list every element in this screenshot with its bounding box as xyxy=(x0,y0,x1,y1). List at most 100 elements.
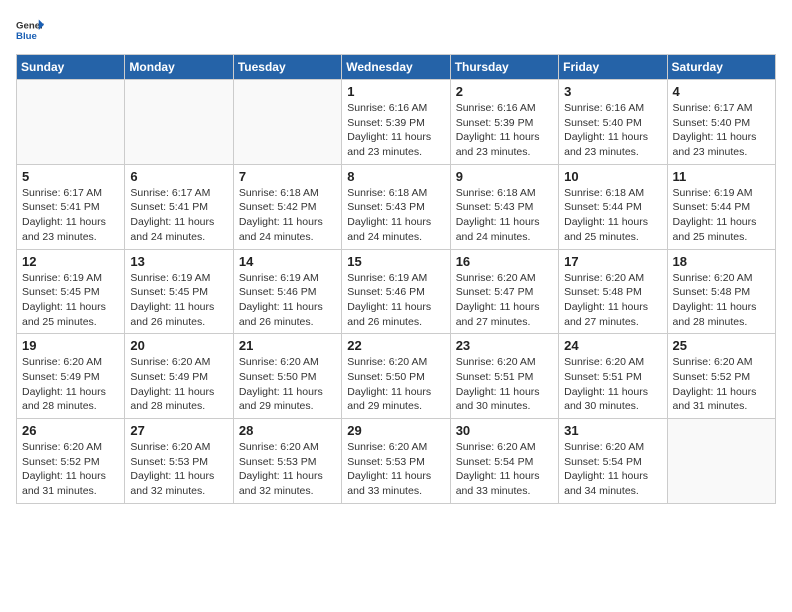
day-info: Sunrise: 6:19 AMSunset: 5:46 PMDaylight:… xyxy=(347,271,444,330)
svg-text:Blue: Blue xyxy=(16,31,37,42)
day-number: 25 xyxy=(673,338,770,353)
calendar-header-friday: Friday xyxy=(559,55,667,80)
day-info: Sunrise: 6:20 AMSunset: 5:51 PMDaylight:… xyxy=(564,355,661,414)
day-number: 4 xyxy=(673,84,770,99)
calendar-cell: 12Sunrise: 6:19 AMSunset: 5:45 PMDayligh… xyxy=(17,249,125,334)
calendar-cell: 20 Sunrise: 6:20 AMSunset: 5:49 PMDayligh… xyxy=(125,334,233,419)
day-info: Sunrise: 6:18 AMSunset: 5:43 PMDaylight:… xyxy=(456,186,553,245)
day-info: Sunrise: 6:20 AMSunset: 5:48 PMDaylight:… xyxy=(673,271,770,330)
day-number: 2 xyxy=(456,84,553,99)
day-info: Sunrise: 6:20 AMSunset: 5:49 PMDaylight:… xyxy=(130,355,227,414)
calendar-cell: 19 Sunrise: 6:20 AMSunset: 5:49 PMDayligh… xyxy=(17,334,125,419)
calendar-header-saturday: Saturday xyxy=(667,55,775,80)
calendar-cell: 4 Sunrise: 6:17 AMSunset: 5:40 PMDaylight… xyxy=(667,80,775,165)
day-number: 31 xyxy=(564,423,661,438)
calendar-cell: 5 Sunrise: 6:17 AMSunset: 5:41 PMDaylight… xyxy=(17,164,125,249)
day-info: Sunrise: 6:19 AMSunset: 5:44 PMDaylight:… xyxy=(673,186,770,245)
calendar-cell: 26Sunrise: 6:20 AMSunset: 5:52 PMDayligh… xyxy=(17,419,125,504)
calendar-table: SundayMondayTuesdayWednesdayThursdayFrid… xyxy=(16,54,776,504)
calendar-cell: 9 Sunrise: 6:18 AMSunset: 5:43 PMDaylight… xyxy=(450,164,558,249)
day-number: 27 xyxy=(130,423,227,438)
calendar-cell: 10 Sunrise: 6:18 AMSunset: 5:44 PMDayligh… xyxy=(559,164,667,249)
day-info: Sunrise: 6:17 AMSunset: 5:41 PMDaylight:… xyxy=(22,186,119,245)
day-number: 22 xyxy=(347,338,444,353)
calendar-cell: 28 Sunrise: 6:20 AMSunset: 5:53 PMDayligh… xyxy=(233,419,341,504)
day-number: 9 xyxy=(456,169,553,184)
logo: General Blue xyxy=(16,16,44,44)
calendar-week-row: 26Sunrise: 6:20 AMSunset: 5:52 PMDayligh… xyxy=(17,419,776,504)
day-number: 8 xyxy=(347,169,444,184)
day-number: 18 xyxy=(673,254,770,269)
calendar-cell: 8 Sunrise: 6:18 AMSunset: 5:43 PMDaylight… xyxy=(342,164,450,249)
day-info: Sunrise: 6:20 AMSunset: 5:49 PMDaylight:… xyxy=(22,355,119,414)
day-number: 10 xyxy=(564,169,661,184)
calendar-header-sunday: Sunday xyxy=(17,55,125,80)
calendar-week-row: 19 Sunrise: 6:20 AMSunset: 5:49 PMDayligh… xyxy=(17,334,776,419)
day-info: Sunrise: 6:18 AMSunset: 5:43 PMDaylight:… xyxy=(347,186,444,245)
day-info: Sunrise: 6:20 AMSunset: 5:50 PMDaylight:… xyxy=(347,355,444,414)
day-info: Sunrise: 6:20 AMSunset: 5:52 PMDaylight:… xyxy=(22,440,119,499)
calendar-cell: 31 Sunrise: 6:20 AMSunset: 5:54 PMDayligh… xyxy=(559,419,667,504)
calendar-header-wednesday: Wednesday xyxy=(342,55,450,80)
day-info: Sunrise: 6:19 AMSunset: 5:46 PMDaylight:… xyxy=(239,271,336,330)
day-info: Sunrise: 6:20 AMSunset: 5:53 PMDaylight:… xyxy=(130,440,227,499)
day-number: 28 xyxy=(239,423,336,438)
day-info: Sunrise: 6:20 AMSunset: 5:50 PMDaylight:… xyxy=(239,355,336,414)
day-info: Sunrise: 6:19 AMSunset: 5:45 PMDaylight:… xyxy=(130,271,227,330)
calendar-cell xyxy=(667,419,775,504)
day-info: Sunrise: 6:20 AMSunset: 5:54 PMDaylight:… xyxy=(456,440,553,499)
day-number: 11 xyxy=(673,169,770,184)
day-number: 21 xyxy=(239,338,336,353)
calendar-cell: 1 Sunrise: 6:16 AMSunset: 5:39 PMDaylight… xyxy=(342,80,450,165)
calendar-cell: 24 Sunrise: 6:20 AMSunset: 5:51 PMDayligh… xyxy=(559,334,667,419)
day-number: 20 xyxy=(130,338,227,353)
calendar-header-monday: Monday xyxy=(125,55,233,80)
day-info: Sunrise: 6:18 AMSunset: 5:42 PMDaylight:… xyxy=(239,186,336,245)
day-number: 30 xyxy=(456,423,553,438)
day-number: 7 xyxy=(239,169,336,184)
day-info: Sunrise: 6:20 AMSunset: 5:52 PMDaylight:… xyxy=(673,355,770,414)
calendar-cell xyxy=(125,80,233,165)
day-number: 24 xyxy=(564,338,661,353)
day-number: 17 xyxy=(564,254,661,269)
calendar-cell: 29Sunrise: 6:20 AMSunset: 5:53 PMDayligh… xyxy=(342,419,450,504)
calendar-cell: 3 Sunrise: 6:16 AMSunset: 5:40 PMDaylight… xyxy=(559,80,667,165)
calendar-cell: 15Sunrise: 6:19 AMSunset: 5:46 PMDayligh… xyxy=(342,249,450,334)
day-info: Sunrise: 6:20 AMSunset: 5:48 PMDaylight:… xyxy=(564,271,661,330)
day-info: Sunrise: 6:20 AMSunset: 5:53 PMDaylight:… xyxy=(239,440,336,499)
day-number: 19 xyxy=(22,338,119,353)
calendar-cell: 21 Sunrise: 6:20 AMSunset: 5:50 PMDayligh… xyxy=(233,334,341,419)
calendar-cell: 2 Sunrise: 6:16 AMSunset: 5:39 PMDaylight… xyxy=(450,80,558,165)
day-info: Sunrise: 6:20 AMSunset: 5:47 PMDaylight:… xyxy=(456,271,553,330)
day-number: 13 xyxy=(130,254,227,269)
day-info: Sunrise: 6:16 AMSunset: 5:40 PMDaylight:… xyxy=(564,101,661,160)
day-info: Sunrise: 6:17 AMSunset: 5:40 PMDaylight:… xyxy=(673,101,770,160)
calendar-week-row: 5 Sunrise: 6:17 AMSunset: 5:41 PMDaylight… xyxy=(17,164,776,249)
day-number: 5 xyxy=(22,169,119,184)
calendar-cell: 17 Sunrise: 6:20 AMSunset: 5:48 PMDayligh… xyxy=(559,249,667,334)
logo-icon: General Blue xyxy=(16,16,44,44)
calendar-cell: 18 Sunrise: 6:20 AMSunset: 5:48 PMDayligh… xyxy=(667,249,775,334)
page-header: General Blue xyxy=(16,16,776,44)
day-number: 1 xyxy=(347,84,444,99)
calendar-cell: 22 Sunrise: 6:20 AMSunset: 5:50 PMDayligh… xyxy=(342,334,450,419)
day-info: Sunrise: 6:16 AMSunset: 5:39 PMDaylight:… xyxy=(347,101,444,160)
calendar-cell: 7 Sunrise: 6:18 AMSunset: 5:42 PMDaylight… xyxy=(233,164,341,249)
calendar-cell xyxy=(17,80,125,165)
calendar-header-thursday: Thursday xyxy=(450,55,558,80)
day-info: Sunrise: 6:18 AMSunset: 5:44 PMDaylight:… xyxy=(564,186,661,245)
calendar-header-tuesday: Tuesday xyxy=(233,55,341,80)
day-info: Sunrise: 6:20 AMSunset: 5:51 PMDaylight:… xyxy=(456,355,553,414)
day-number: 12 xyxy=(22,254,119,269)
calendar-week-row: 12 Sunrise: 6:19 AMSunset: 5:45 PMDayligh… xyxy=(17,249,776,334)
day-number: 14 xyxy=(239,254,336,269)
day-info: Sunrise: 6:20 AMSunset: 5:54 PMDaylight:… xyxy=(564,440,661,499)
day-info: Sunrise: 6:17 AMSunset: 5:41 PMDaylight:… xyxy=(130,186,227,245)
calendar-cell: 30 Sunrise: 6:20 AMSunset: 5:54 PMDayligh… xyxy=(450,419,558,504)
day-info: Sunrise: 6:20 AMSunset: 5:53 PMDaylight:… xyxy=(347,440,444,499)
day-info: Sunrise: 6:16 AMSunset: 5:39 PMDaylight:… xyxy=(456,101,553,160)
calendar-cell: 6Sunrise: 6:17 AMSunset: 5:41 PMDaylight… xyxy=(125,164,233,249)
calendar-header-row: SundayMondayTuesdayWednesdayThursdayFrid… xyxy=(17,55,776,80)
day-number: 3 xyxy=(564,84,661,99)
calendar-cell: 27 Sunrise: 6:20 AMSunset: 5:53 PMDayligh… xyxy=(125,419,233,504)
